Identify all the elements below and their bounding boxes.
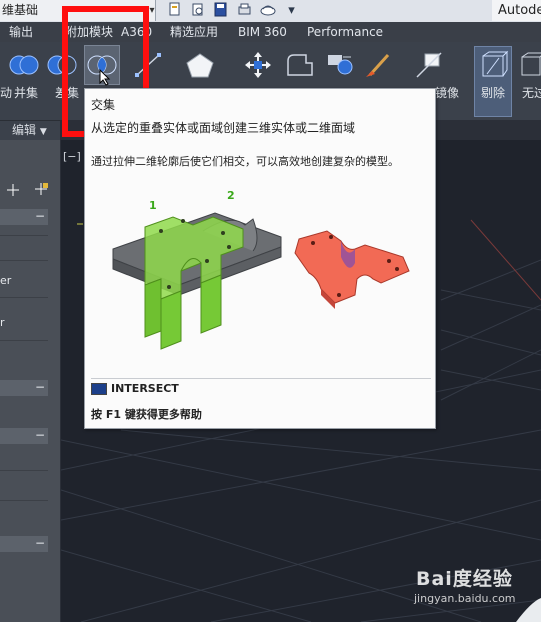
command-line-icon bbox=[91, 383, 107, 395]
move-icon[interactable] bbox=[242, 48, 274, 82]
open-icon[interactable] bbox=[189, 2, 206, 19]
tooltip-detail: 通过拉伸二维轮廓后使它们相交，可以高效地创建复杂的模型。 bbox=[91, 155, 399, 168]
tooltip-command-name: INTERSECT bbox=[111, 382, 179, 395]
snap-icon[interactable] bbox=[6, 183, 20, 200]
tab-output[interactable]: 输出 bbox=[9, 22, 33, 42]
app-title: Autode bbox=[492, 0, 541, 21]
quick-select-icon[interactable] bbox=[34, 182, 50, 201]
collapse-icon[interactable]: − bbox=[34, 428, 46, 444]
tooltip-description: 从选定的重叠实体或面域创建三维实体或二维面域 bbox=[91, 121, 356, 135]
separate-icon[interactable] bbox=[325, 48, 357, 82]
mirror-label[interactable]: 镜像 bbox=[435, 84, 459, 101]
share-icon[interactable] bbox=[260, 2, 277, 19]
new-icon[interactable] bbox=[166, 2, 183, 19]
panel-title[interactable]: 编辑 ▼ bbox=[12, 121, 47, 141]
palette-row-label: r bbox=[0, 316, 5, 329]
offset-icon[interactable] bbox=[284, 48, 316, 82]
palette-divider bbox=[0, 235, 48, 236]
tab-bim360[interactable]: BIM 360 bbox=[238, 22, 287, 42]
viewport-controls-label[interactable]: [−] bbox=[63, 150, 81, 163]
tooltip-title: 交集 bbox=[91, 98, 116, 112]
watermark-url: jingyan.baidu.com bbox=[414, 592, 516, 605]
ribbon-left-fragment: 动 bbox=[0, 86, 13, 100]
union-icon[interactable] bbox=[8, 48, 40, 82]
plot-icon[interactable] bbox=[236, 2, 253, 19]
palette-divider bbox=[0, 260, 48, 261]
no-filter-icon[interactable] bbox=[516, 48, 541, 82]
collapse-icon[interactable]: − bbox=[34, 209, 46, 225]
palette-divider bbox=[0, 500, 48, 501]
collapse-icon[interactable]: − bbox=[34, 536, 46, 552]
dropdown-icon[interactable]: ▾ bbox=[283, 2, 300, 19]
tooltip-divider bbox=[91, 378, 431, 379]
tooltip-help-hint: 按 F1 键获得更多帮助 bbox=[91, 408, 202, 421]
watermark-logo: Bai度经验 bbox=[416, 568, 513, 590]
erase-label[interactable]: 剔除 bbox=[481, 84, 505, 101]
tab-featured-apps[interactable]: 精选应用 bbox=[170, 22, 218, 42]
palette-divider bbox=[0, 340, 48, 341]
pentagon-icon[interactable] bbox=[184, 48, 216, 82]
callout-2: 2 bbox=[227, 191, 235, 202]
callout-1: 1 bbox=[149, 199, 157, 212]
brush-icon[interactable] bbox=[362, 48, 394, 82]
collapse-icon[interactable]: − bbox=[34, 380, 46, 396]
palette-divider bbox=[0, 470, 48, 471]
tab-performance[interactable]: Performance bbox=[307, 22, 383, 42]
chevron-down-icon: ▼ bbox=[39, 127, 47, 137]
command-tooltip: 交集 从选定的重叠实体或面域创建三维实体或二维面域 通过拉伸二维轮廓后使它们相交… bbox=[84, 88, 436, 429]
mirror-icon[interactable] bbox=[413, 48, 445, 82]
palette-row-label: er bbox=[0, 274, 12, 287]
erase-icon bbox=[477, 48, 509, 82]
palette-divider bbox=[0, 297, 48, 298]
union-label[interactable]: 并集 bbox=[14, 84, 38, 101]
save-icon[interactable] bbox=[212, 2, 229, 19]
no-filter-label[interactable]: 无过 bbox=[522, 84, 541, 101]
panel-title-text: 编辑 bbox=[12, 123, 37, 137]
intersect-illustration: 1 2 bbox=[103, 189, 423, 373]
